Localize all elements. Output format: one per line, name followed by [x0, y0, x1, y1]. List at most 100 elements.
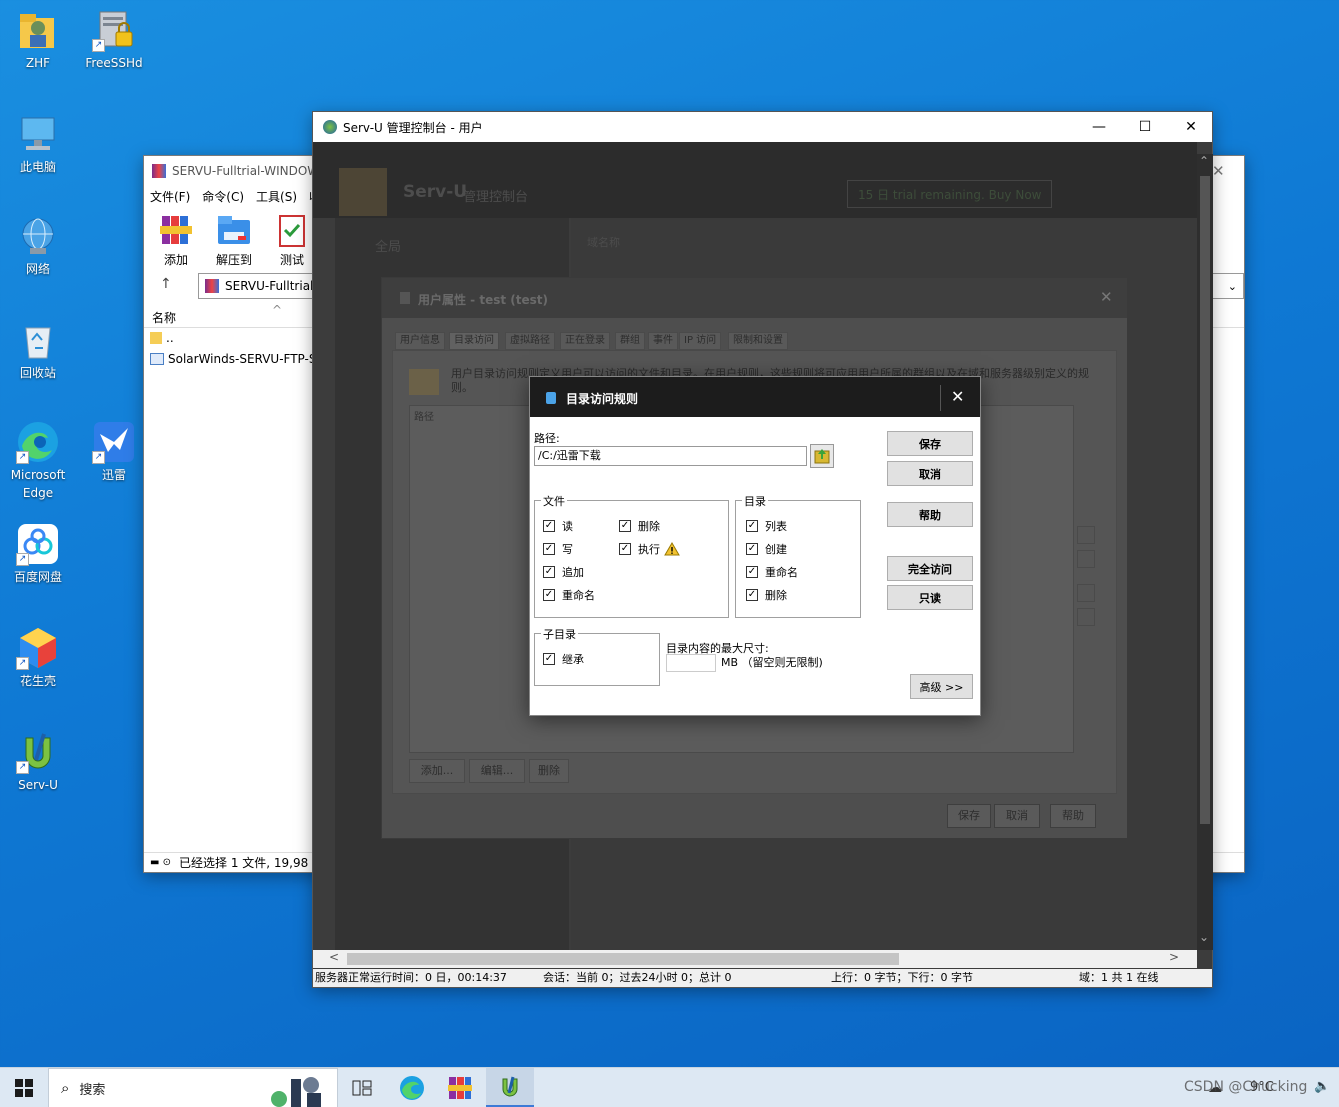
toolbar-add-button[interactable]: 添加 [152, 212, 200, 268]
servu-header-band: Serv-U 管理控制台 15 日 trial remaining. Buy N… [313, 142, 1197, 218]
user-props-cancel-button: 取消 [994, 804, 1040, 828]
desktop-icon-recycle-bin[interactable]: 回收站 [6, 318, 70, 382]
horizontal-scrollbar[interactable]: < > [313, 950, 1197, 968]
save-button[interactable]: 保存 [887, 431, 973, 456]
taskbar-edge-button[interactable] [388, 1068, 436, 1107]
checkbox-dir-rename[interactable]: ✓ 重命名 [746, 564, 798, 580]
winrar-up-icon[interactable]: ↑ [160, 276, 172, 292]
read-only-button[interactable]: 只读 [887, 585, 973, 610]
checkbox-box[interactable]: ✓ [746, 589, 758, 601]
file-list-item[interactable]: SolarWinds-SERVU-FTP-S [150, 352, 316, 366]
checkbox-file-write[interactable]: ✓ 写 [543, 541, 573, 557]
desktop-icon-xunlei[interactable]: ↗ 迅雷 [82, 420, 146, 484]
trial-notice: 15 日 trial remaining. Buy Now [847, 180, 1053, 208]
warning-icon [664, 542, 680, 556]
checkbox-file-read[interactable]: ✓ 读 [543, 518, 573, 534]
minimize-button[interactable]: — [1076, 112, 1122, 142]
path-dropdown-chevron-icon[interactable]: ⌄ [1228, 280, 1237, 293]
checkbox-box[interactable]: ✓ [746, 520, 758, 532]
toolbar-extract-button[interactable]: 解压到 [210, 212, 258, 268]
drive-key-icon: ▬ ⊙ [150, 857, 172, 868]
dialog-titlebar[interactable]: 目录访问规则 ✕ [530, 377, 980, 417]
dialog-close-icon[interactable]: ✕ [951, 387, 964, 406]
csdn-watermark: CSDN @Chucking [1184, 1079, 1308, 1095]
menu-tools[interactable]: 工具(S) [256, 188, 297, 205]
full-access-button[interactable]: 完全访问 [887, 556, 973, 581]
close-button[interactable]: ✕ [1168, 112, 1214, 142]
menu-commands[interactable]: 命令(C) [202, 188, 244, 205]
servu-brand-sub: 管理控制台 [463, 190, 529, 205]
checkbox-box[interactable]: ✓ [543, 566, 555, 578]
desktop-icon-this-pc[interactable]: 此电脑 [6, 112, 70, 176]
taskbar-search-box[interactable]: ⌕ 搜索 [48, 1068, 338, 1107]
checkbox-box[interactable]: ✓ [543, 653, 555, 665]
scroll-left-icon[interactable]: < [329, 950, 339, 964]
max-size-input[interactable] [666, 654, 716, 672]
help-button[interactable]: 帮助 [887, 502, 973, 527]
desktop-icon-freesshd[interactable]: ↗ FreeSSHd [82, 8, 146, 72]
search-highlight-icon [271, 1077, 321, 1107]
checkbox-box[interactable]: ✓ [543, 520, 555, 532]
taskbar-winrar-button[interactable] [436, 1068, 484, 1107]
menu-file[interactable]: 文件(F) [150, 188, 190, 205]
domain-label: 域名称 [587, 236, 620, 249]
desktop-icon-servu[interactable]: ↗ Serv-U [6, 730, 70, 794]
toolbar-test-button[interactable]: 测试 [268, 212, 316, 268]
desktop-icon-baidu-netdisk[interactable]: ↗ 百度网盘 [6, 522, 70, 586]
checkbox-file-append[interactable]: ✓ 追加 [543, 564, 584, 580]
winrar-close-icon[interactable]: ✕ [1212, 162, 1225, 180]
checkbox-dir-list[interactable]: ✓ 列表 [746, 518, 787, 534]
servu-icon [502, 1076, 518, 1096]
desktop-icon-edge[interactable]: ↗ Microsoft Edge [6, 420, 70, 502]
installer-file-icon [150, 353, 164, 365]
vertical-scrollbar[interactable]: ⌃ ⌄ [1197, 154, 1213, 950]
baidu-netdisk-icon: ↗ [16, 522, 60, 566]
checkbox-box[interactable]: ✓ [619, 543, 631, 555]
checkbox-file-delete[interactable]: ✓ 删除 [619, 518, 660, 534]
winrar-toolbar: 添加 解压到 测试 [152, 212, 316, 268]
column-path-header: 路径 [414, 412, 434, 423]
checkbox-box[interactable]: ✓ [746, 566, 758, 578]
list-side-buttons [1077, 526, 1095, 632]
checkbox-dir-delete[interactable]: ✓ 删除 [746, 587, 787, 603]
path-input[interactable]: /C:/迅雷下载 [534, 446, 807, 466]
file-list-item[interactable]: .. [150, 331, 174, 345]
checkbox-file-execute[interactable]: ✓ 执行 [619, 541, 680, 557]
max-size-unit: MB （留空则无限制) [721, 656, 823, 669]
scroll-up-icon[interactable]: ⌃ [1199, 154, 1209, 168]
tab-dir-access: 目录访问 [449, 332, 499, 350]
maximize-button[interactable]: ☐ [1122, 112, 1168, 142]
desktop-icon-label: 此电脑 [19, 160, 56, 174]
desktop-icon-label: ZHF [25, 56, 51, 70]
dir-access-rule-dialog[interactable]: 目录访问规则 ✕ 路径: /C:/迅雷下载 文件 ✓ 读 ✓ 写 ✓ 追加 ✓ 重命名 … [529, 376, 981, 716]
advanced-button[interactable]: 高级 >> [910, 674, 973, 699]
checkbox-file-rename[interactable]: ✓ 重命名 [543, 587, 595, 603]
checkbox-box[interactable]: ✓ [746, 543, 758, 555]
task-view-button[interactable] [338, 1068, 386, 1107]
desktop-icon-zhf[interactable]: ZHF [6, 8, 70, 72]
checkbox-inherit[interactable]: ✓ 继承 [543, 651, 584, 667]
nav-global[interactable]: 全局 [375, 236, 401, 255]
desktop-icon-network[interactable]: 网络 [6, 214, 70, 278]
scroll-down-icon[interactable]: ⌄ [1199, 930, 1209, 944]
scrollbar-thumb[interactable] [1200, 176, 1210, 824]
column-name-header[interactable]: 名称 [152, 311, 176, 325]
hscrollbar-thumb[interactable] [347, 953, 899, 965]
dirs-group-legend: 目录 [742, 493, 768, 509]
taskbar-servu-button[interactable] [486, 1068, 534, 1107]
scroll-right-icon[interactable]: > [1169, 950, 1179, 964]
checkbox-box[interactable]: ✓ [619, 520, 631, 532]
servu-titlebar[interactable]: Serv-U 管理控制台 - 用户 — ☐ ✕ [313, 112, 1212, 142]
servu-statusbar: 服务器正常运行时间：0 日，00:14:37 会话：当前 0；过去24小时 0；… [313, 969, 1212, 987]
checkbox-box[interactable]: ✓ [543, 543, 555, 555]
checkbox-dir-create[interactable]: ✓ 创建 [746, 541, 787, 557]
winrar-title: SERVU-Fulltrial-WINDOW [172, 164, 320, 178]
shortcut-arrow-icon: ↗ [16, 761, 29, 774]
start-button[interactable] [0, 1068, 48, 1107]
cancel-button[interactable]: 取消 [887, 461, 973, 486]
browse-folder-button[interactable] [810, 444, 834, 468]
checkbox-box[interactable]: ✓ [543, 589, 555, 601]
desktop-icon-peanut-shell[interactable]: ↗ 花生壳 [6, 626, 70, 690]
servu-app-icon [323, 120, 337, 134]
user-properties-title: 用户属性 - test (test) [418, 293, 548, 307]
